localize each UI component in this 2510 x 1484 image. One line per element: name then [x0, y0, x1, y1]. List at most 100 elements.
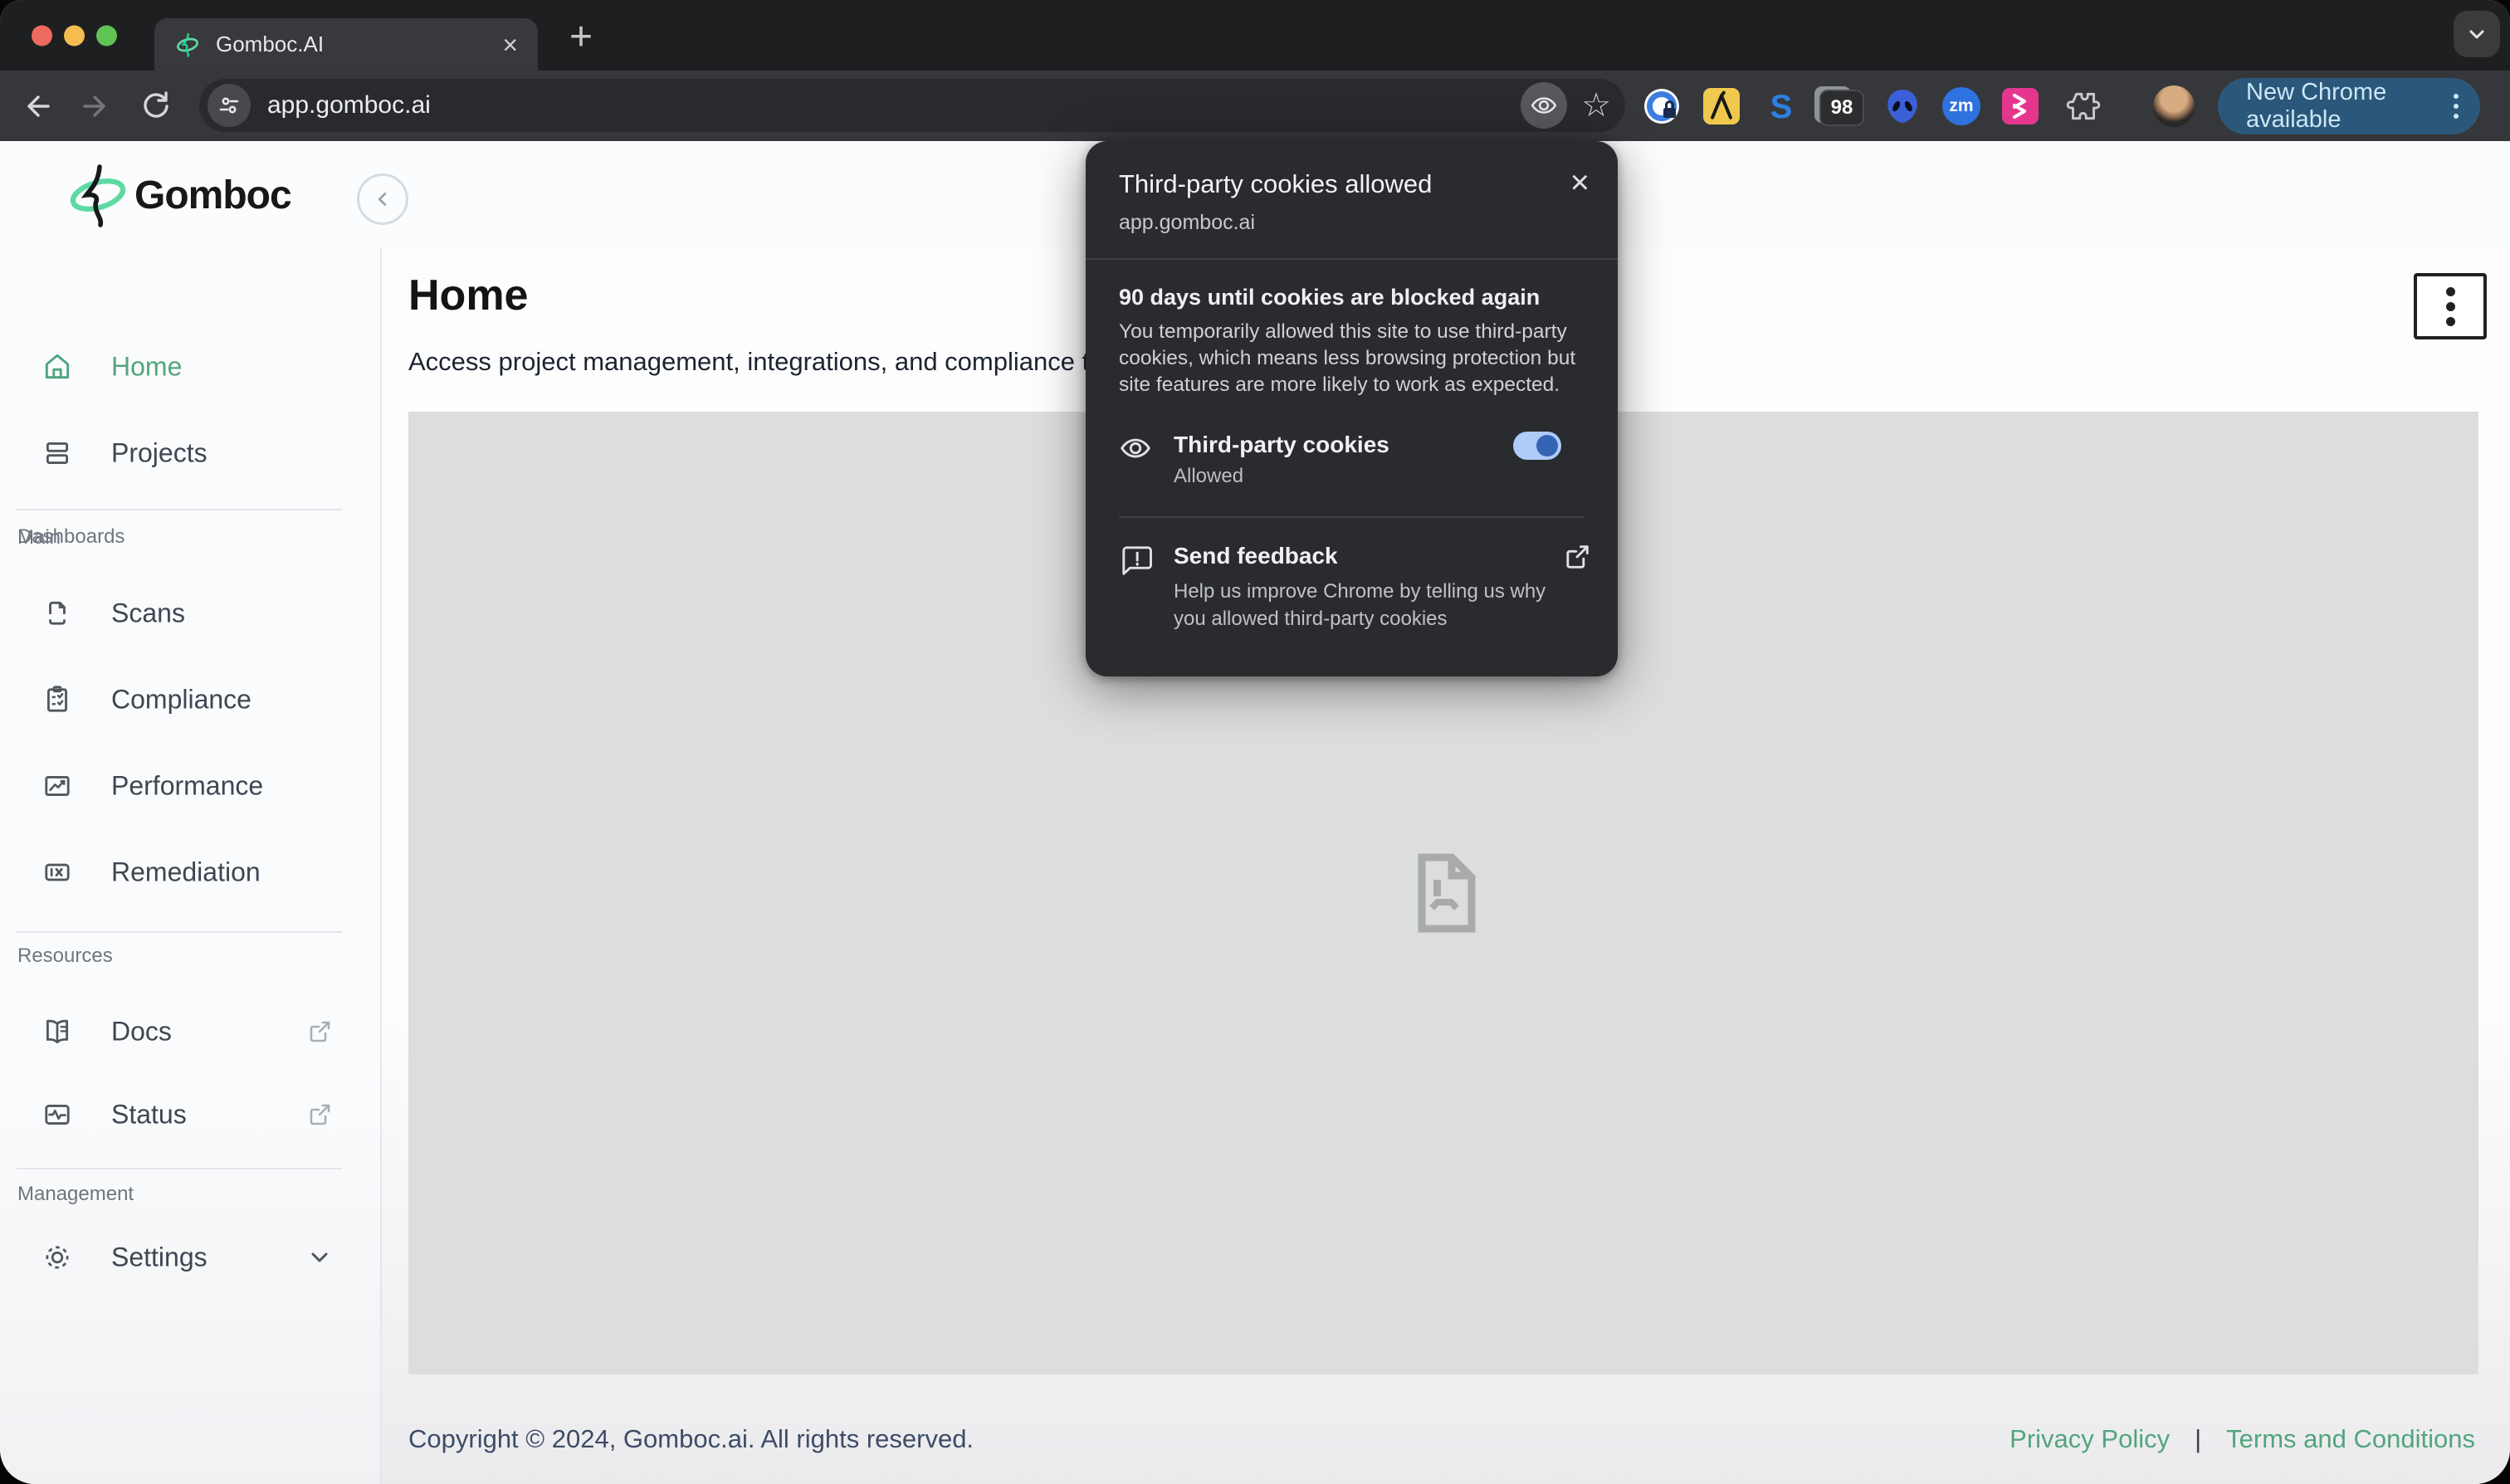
send-feedback-row[interactable]: Send feedback Help us improve Chrome by …	[1086, 518, 1618, 632]
eye-icon	[1121, 438, 1150, 458]
broken-image-icon	[1418, 853, 1476, 933]
zoom-extension-icon[interactable]: zm	[1942, 86, 1980, 125]
yellow-a-extension-icon[interactable]	[1703, 87, 1740, 124]
external-link-icon	[1566, 545, 1589, 569]
sidebar-item-label: Compliance	[111, 684, 251, 715]
tab-strip: Gomboc.AI × +	[0, 0, 2510, 71]
sidebar-divider	[17, 931, 342, 933]
chevron-left-icon	[378, 193, 387, 206]
chevron-down-icon	[311, 1252, 328, 1262]
sidebar-item-docs[interactable]: Docs	[0, 997, 380, 1067]
copyright-text: Copyright © 2024, Gomboc.ai. All rights …	[408, 1424, 974, 1453]
back-button[interactable]	[18, 88, 55, 124]
sidebar-item-label: Performance	[111, 770, 264, 801]
cookies-popup-site: app.gomboc.ai	[1119, 211, 1256, 234]
gomboc-logo: Gomboc	[65, 162, 292, 228]
browser-window: Gomboc.AI × + app.gomboc.ai ☆ S 98 zm Ne…	[0, 0, 2510, 1484]
browser-toolbar: app.gomboc.ai ☆ S 98 zm New Chrome avail…	[0, 71, 2510, 195]
s-letter: S	[1770, 89, 1793, 125]
footer-separator: |	[2195, 1424, 2202, 1453]
toggle-status: Allowed	[1174, 465, 1244, 487]
update-chrome-button[interactable]: New Chrome available	[2218, 78, 2480, 134]
home-icon	[45, 354, 70, 379]
third-party-cookies-row: Third-party cookies Allowed	[1119, 432, 1585, 488]
tune-icon	[219, 97, 239, 114]
third-party-cookies-button[interactable]	[1521, 82, 1567, 129]
cookies-popup: Third-party cookies allowed app.gomboc.a…	[1086, 141, 1618, 676]
badged-extension-icon[interactable]: 98	[1806, 71, 1876, 141]
section-label-resources: Resources	[17, 945, 113, 967]
pink-chevrons-extension-icon[interactable]	[2002, 87, 2039, 124]
browser-menu-icon[interactable]	[2454, 94, 2459, 119]
browser-profile-avatar[interactable]	[2153, 85, 2195, 127]
sidebar-item-label: Home	[111, 351, 183, 382]
cookies-popup-title: Third-party cookies allowed	[1119, 169, 1433, 198]
sidebar-collapse-button[interactable]	[357, 173, 408, 225]
sidebar-item-settings[interactable]: Settings	[0, 1223, 380, 1292]
close-window-button[interactable]	[32, 25, 52, 46]
tab-search-button[interactable]	[2454, 11, 2500, 57]
remediation-panel-icon	[45, 863, 70, 881]
logo-text: Gomboc	[134, 173, 292, 217]
page-title: Home	[408, 271, 529, 320]
s-swirl-extension-icon[interactable]: S	[1761, 86, 1801, 126]
new-tab-button[interactable]: +	[558, 13, 604, 60]
sidebar-divider	[17, 509, 342, 510]
sidebar-item-scans[interactable]: Scans	[0, 578, 380, 648]
sidebar-item-performance[interactable]: Performance	[0, 751, 380, 821]
section-label-dashboards: Dashboards	[17, 525, 125, 548]
sidebar-item-remediation[interactable]: Remediation	[0, 837, 380, 907]
extensions-puzzle-icon[interactable]	[2064, 87, 2102, 125]
sidebar-item-label: Status	[111, 1099, 187, 1130]
gomboc-logo-mark-icon	[70, 164, 126, 227]
address-bar[interactable]: app.gomboc.ai ☆	[199, 79, 1625, 132]
privacy-policy-link[interactable]: Privacy Policy	[2009, 1424, 2170, 1454]
minimize-window-button[interactable]	[64, 25, 85, 46]
terms-link[interactable]: Terms and Conditions	[2226, 1424, 2475, 1454]
scan-document-icon	[49, 601, 66, 625]
sidebar-item-compliance[interactable]: Compliance	[0, 665, 380, 735]
browser-tab[interactable]: Gomboc.AI ×	[154, 18, 538, 71]
gear-icon	[46, 1246, 69, 1269]
zoom-window-button[interactable]	[96, 25, 117, 46]
feedback-body: Help us improve Chrome by telling us why…	[1174, 580, 1546, 630]
pulse-icon	[45, 1105, 70, 1125]
close-icon[interactable]: ×	[1570, 166, 1590, 199]
external-link-icon	[310, 1104, 330, 1125]
sidebar-item-label: Projects	[111, 437, 208, 468]
sidebar-item-label: Remediation	[111, 857, 261, 887]
gomboc-favicon-icon	[176, 32, 199, 57]
zoom-label: zm	[1949, 95, 1974, 115]
rows-icon	[46, 442, 69, 465]
clipboard-check-icon	[47, 686, 67, 712]
third-party-cookies-toggle[interactable]	[1513, 432, 1561, 460]
alien-extension-icon[interactable]	[1883, 87, 1922, 125]
chevron-down-icon	[2469, 30, 2484, 39]
sidebar-divider	[17, 1168, 342, 1169]
feedback-title: Send feedback	[1174, 543, 1338, 569]
chart-image-icon	[45, 776, 70, 796]
forward-button[interactable]	[78, 88, 115, 124]
traffic-lights	[32, 25, 117, 46]
sidebar-item-label: Settings	[111, 1242, 208, 1272]
section-label-management: Management	[17, 1183, 134, 1205]
cookies-countdown-body: You temporarily allowed this site to use…	[1119, 320, 1576, 396]
bookmark-star-icon[interactable]: ☆	[1567, 89, 1625, 122]
page-menu-button[interactable]	[2414, 273, 2487, 339]
book-icon	[46, 1019, 69, 1044]
sidebar-item-home[interactable]: Home	[0, 332, 380, 402]
feedback-icon	[1122, 546, 1152, 575]
sidebar-item-projects[interactable]: Projects	[0, 418, 380, 488]
eye-icon	[1531, 97, 1557, 114]
url-text[interactable]: app.gomboc.ai	[267, 91, 1521, 120]
site-settings-button[interactable]	[208, 84, 251, 127]
reload-button[interactable]	[138, 88, 174, 124]
sidebar-item-label: Scans	[111, 598, 185, 628]
tab-close-icon[interactable]: ×	[502, 32, 518, 58]
sidebar-item-status[interactable]: Status	[0, 1080, 380, 1150]
cookies-countdown-heading: 90 days until cookies are blocked again	[1119, 285, 1541, 310]
sidebar: Main Home Projects Dashboards Scans Comp…	[0, 249, 382, 1484]
extension-badge: 98	[1819, 89, 1864, 126]
toggle-label: Third-party cookies	[1174, 432, 1389, 457]
password-manager-extension-icon[interactable]	[1642, 86, 1682, 126]
